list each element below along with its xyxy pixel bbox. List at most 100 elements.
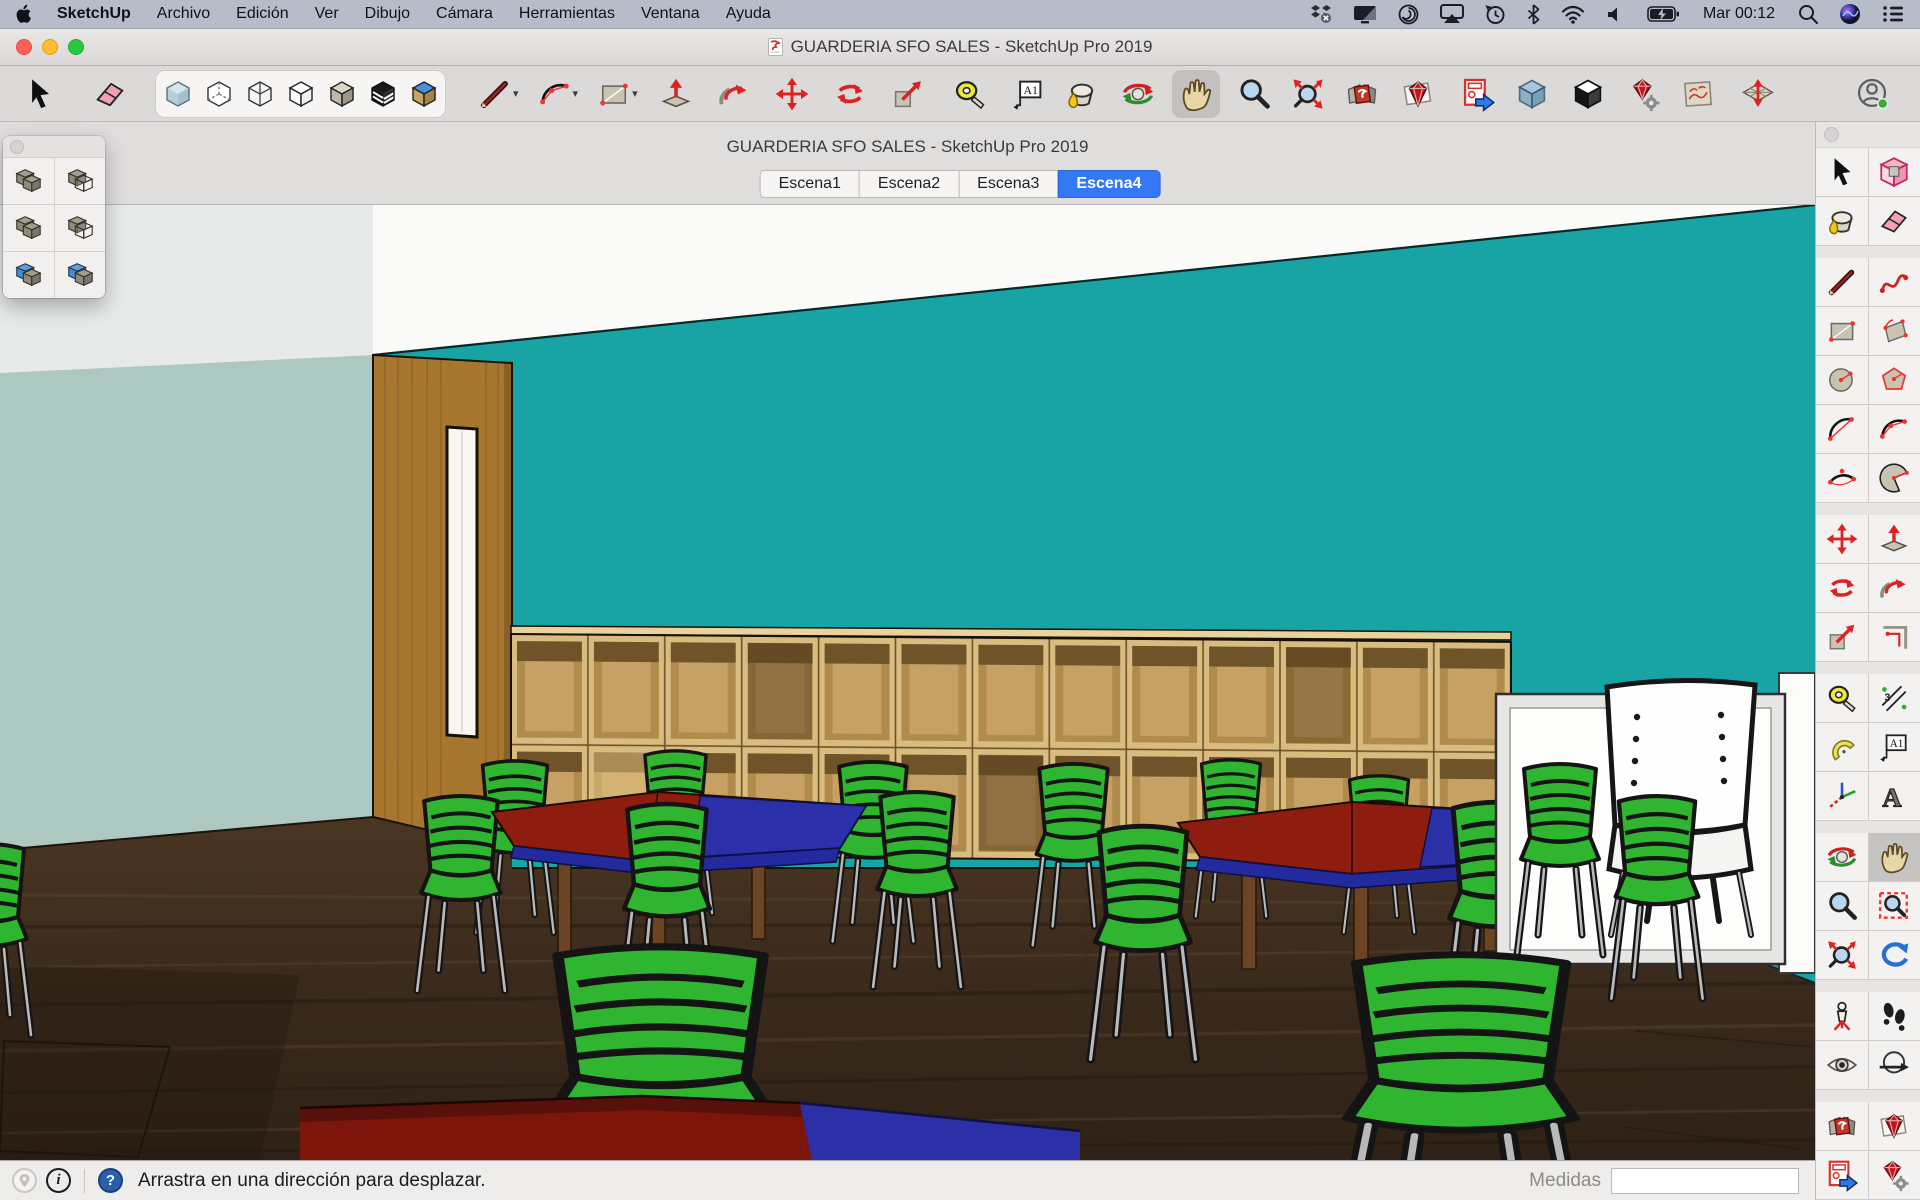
pan-tool-button[interactable]: [1172, 70, 1220, 118]
arc-tool-button[interactable]: [531, 70, 579, 118]
section-plane-button[interactable]: [1508, 70, 1556, 118]
follow-me-tool-button[interactable]: [710, 70, 758, 118]
tab-escena1[interactable]: Escena1: [760, 170, 860, 198]
shaded-style-button[interactable]: [321, 72, 362, 116]
notification-center-icon[interactable]: [1882, 5, 1904, 23]
tool-zoom-extents[interactable]: [1816, 931, 1868, 979]
tool-circle[interactable]: [1816, 356, 1868, 404]
tool-move[interactable]: [1816, 515, 1868, 563]
tool-turn-around[interactable]: [1869, 1041, 1920, 1089]
share-model-button[interactable]: [1394, 70, 1442, 118]
menubar-clock[interactable]: Mar 00:12: [1703, 5, 1775, 23]
push-pull-tool-button[interactable]: [652, 70, 700, 118]
wireframe-style-button[interactable]: [239, 72, 280, 116]
solid-tools-palette-titlebar[interactable]: [3, 136, 105, 158]
tool-push-pull[interactable]: [1869, 515, 1920, 563]
tool-extension-warehouse[interactable]: [1869, 1151, 1920, 1199]
tool-zoom-window[interactable]: [1869, 882, 1920, 930]
siri-icon[interactable]: [1839, 3, 1861, 25]
back-edges-style-button[interactable]: [198, 72, 239, 116]
tool-dimensions[interactable]: [1869, 674, 1920, 722]
tab-escena3[interactable]: Escena3: [958, 170, 1058, 198]
tool-eraser[interactable]: [1869, 197, 1920, 245]
rectangle-tool-button[interactable]: [590, 70, 638, 118]
menu-camara[interactable]: Cámara: [436, 5, 493, 23]
tool-send-to-layout[interactable]: [1816, 1151, 1868, 1199]
tape-measure-tool-button[interactable]: [946, 70, 994, 118]
menu-ayuda[interactable]: Ayuda: [726, 5, 771, 23]
scene-chair-foreground-right[interactable]: [1336, 955, 1585, 1160]
tool-zoom[interactable]: [1816, 882, 1868, 930]
tool-3d-text[interactable]: [1869, 772, 1920, 820]
rotate-tool-button[interactable]: [826, 70, 874, 118]
tool-line[interactable]: [1816, 258, 1868, 306]
shadows-button[interactable]: [1564, 70, 1612, 118]
bluetooth-icon[interactable]: [1527, 4, 1540, 25]
paint-bucket-tool-button[interactable]: [1058, 70, 1106, 118]
tool-position-camera[interactable]: [1816, 992, 1868, 1040]
credits-icon[interactable]: i: [46, 1168, 71, 1193]
tool-tape-measure[interactable]: [1816, 674, 1868, 722]
text-tool-button[interactable]: [1004, 70, 1052, 118]
close-window-button[interactable]: [16, 39, 32, 55]
tool-pie[interactable]: [1869, 454, 1920, 502]
xray-style-button[interactable]: [157, 72, 198, 116]
measurements-input[interactable]: [1611, 1168, 1799, 1194]
tool-text[interactable]: [1869, 723, 1920, 771]
tool-freehand[interactable]: [1869, 258, 1920, 306]
sidebar-close-button[interactable]: [1824, 127, 1839, 142]
tab-escena4[interactable]: Escena4: [1057, 170, 1160, 198]
display-icon[interactable]: [1353, 4, 1377, 24]
sandbox-tool-button[interactable]: [1674, 70, 1722, 118]
tool-2-point-arc[interactable]: [1869, 405, 1920, 453]
tool-outer-shell[interactable]: [3, 158, 54, 204]
airplay-icon[interactable]: [1440, 4, 1464, 24]
menu-ventana[interactable]: Ventana: [641, 5, 700, 23]
tool-scale[interactable]: [1816, 613, 1868, 661]
menu-edicion[interactable]: Edición: [236, 5, 288, 23]
tool-paint-bucket[interactable]: [1816, 197, 1868, 245]
textured-style-button[interactable]: [403, 72, 444, 116]
tool-trim[interactable]: [3, 252, 54, 298]
zoom-tool-button[interactable]: [1230, 70, 1278, 118]
tool-pan[interactable]: [1869, 833, 1920, 881]
palette-close-button[interactable]: [10, 140, 24, 154]
arc-tool-caret[interactable]: ▾: [573, 87, 579, 100]
3d-warehouse-button[interactable]: [1338, 70, 1386, 118]
line-tool-caret[interactable]: ▾: [513, 87, 519, 100]
tool-split[interactable]: [55, 252, 106, 298]
battery-charging-icon[interactable]: [1647, 5, 1680, 23]
tool-orbit[interactable]: [1816, 833, 1868, 881]
tool-look-around[interactable]: [1816, 1041, 1868, 1089]
tool-3d-warehouse[interactable]: [1816, 1102, 1868, 1150]
tool-rotate[interactable]: [1816, 564, 1868, 612]
line-tool-button[interactable]: [471, 70, 519, 118]
tool-arc[interactable]: [1816, 405, 1868, 453]
minimize-window-button[interactable]: [42, 39, 58, 55]
tool-subtract[interactable]: [55, 205, 106, 251]
tool-previous-view[interactable]: [1869, 931, 1920, 979]
menu-herramientas[interactable]: Herramientas: [519, 5, 615, 23]
tool-rotated-rectangle[interactable]: [1869, 307, 1920, 355]
send-to-layout-button[interactable]: [1454, 70, 1502, 118]
zoom-window-button[interactable]: [68, 39, 84, 55]
time-machine-icon[interactable]: [1485, 4, 1506, 25]
eraser-tool-button[interactable]: [86, 70, 134, 118]
geolocation-icon[interactable]: [12, 1168, 37, 1193]
tool-polygon[interactable]: [1869, 356, 1920, 404]
wifi-icon[interactable]: [1561, 5, 1585, 24]
tool-union[interactable]: [3, 205, 54, 251]
tool-walk[interactable]: [1869, 992, 1920, 1040]
tool-3-point-arc[interactable]: [1816, 454, 1868, 502]
tool-protractor[interactable]: [1816, 723, 1868, 771]
menu-ver[interactable]: Ver: [315, 5, 339, 23]
help-icon[interactable]: ?: [98, 1168, 123, 1193]
spotlight-search-icon[interactable]: [1798, 4, 1818, 24]
extension-warehouse-button[interactable]: [1620, 70, 1668, 118]
smoove-tool-button[interactable]: [1734, 70, 1782, 118]
tool-make-component[interactable]: [1869, 148, 1920, 196]
scale-tool-button[interactable]: [884, 70, 932, 118]
monochrome-style-button[interactable]: [362, 72, 403, 116]
app-swirl-icon[interactable]: [1398, 4, 1419, 25]
tool-intersect[interactable]: [55, 158, 106, 204]
